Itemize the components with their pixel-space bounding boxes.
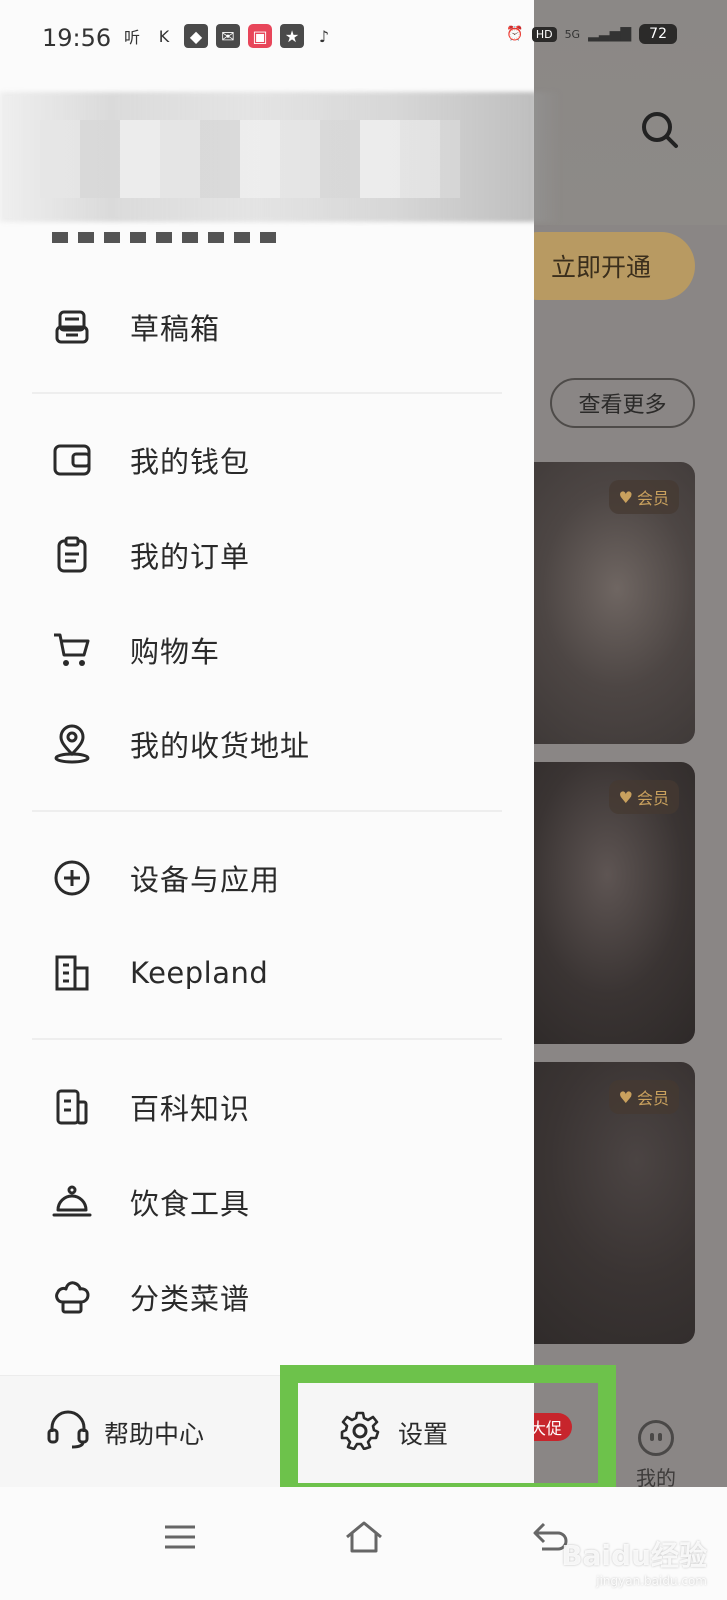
- tab-my[interactable]: 我的: [620, 1420, 692, 1491]
- menu-item-orders[interactable]: 我的订单: [0, 515, 534, 595]
- menu-label: 分类菜谱: [130, 1282, 251, 1316]
- baidu-watermark: Baidu经验 jingyan.baidu.com: [561, 1534, 707, 1588]
- menu-item-encyclopedia[interactable]: 百科知识: [0, 1067, 534, 1147]
- building-icon: [52, 953, 92, 993]
- menu-item-wallet[interactable]: 我的钱包: [0, 420, 534, 500]
- menu-label: 草稿箱: [130, 312, 221, 346]
- encyclopedia-icon: [52, 1087, 92, 1127]
- ting-app-icon: 听: [123, 28, 140, 47]
- cart-icon: [52, 630, 92, 670]
- notification-icons: 听 K ◆ ✉ ▣ ★ ♪: [120, 24, 336, 48]
- signal-icon: ▂▃▅▇: [588, 26, 632, 42]
- menu-item-keepland[interactable]: Keepland: [0, 933, 534, 1013]
- member-badge-label: 会员: [636, 1089, 669, 1108]
- divider: [32, 392, 502, 394]
- menu-label: Keepland: [130, 956, 269, 990]
- menu-item-diet-tools[interactable]: 饮食工具: [0, 1162, 534, 1242]
- headset-icon: [46, 1410, 90, 1456]
- menu-label: 我的订单: [130, 540, 251, 574]
- side-drawer: 草稿箱 我的钱包 我的订单 购物车 我的收货地址 设备与应用 Keepland …: [0, 0, 560, 1600]
- battery-level: 72: [639, 24, 677, 44]
- member-badge-label: 会员: [636, 789, 669, 808]
- menu-item-recipes[interactable]: 分类菜谱: [0, 1257, 534, 1337]
- shield-app-icon: ◆: [184, 24, 208, 48]
- network-label: 5G: [564, 27, 581, 41]
- watermark-url: jingyan.baidu.com: [596, 1574, 707, 1588]
- menu-item-cart[interactable]: 购物车: [0, 610, 534, 690]
- watermark-brand: Baidu经验: [561, 1539, 707, 1572]
- mail-app-icon: ✉: [216, 24, 240, 48]
- cut-off-menu-item: [52, 232, 282, 246]
- member-badge: ♥ 会员: [608, 1080, 679, 1114]
- diamond-icon: ♥: [618, 487, 633, 507]
- diamond-icon: ♥: [618, 787, 633, 807]
- menu-label: 购物车: [130, 635, 221, 669]
- divider: [32, 1038, 502, 1040]
- menu-item-devices[interactable]: 设备与应用: [0, 838, 534, 918]
- star-app-icon: ★: [280, 24, 304, 48]
- status-bar: 19:56 听 K ◆ ✉ ▣ ★ ♪ ⏰ HD 5G ▂▃▅▇ 72: [0, 0, 727, 80]
- profile-face-icon: [638, 1420, 674, 1456]
- location-icon: [52, 724, 92, 764]
- profile-name-blurred: [40, 120, 460, 198]
- menu-item-address[interactable]: 我的收货地址: [0, 704, 534, 784]
- wallet-icon: [52, 440, 92, 480]
- home-nav-button[interactable]: [334, 1507, 394, 1567]
- member-badge: ♥ 会员: [608, 780, 679, 814]
- chef-hat-icon: [52, 1277, 92, 1317]
- status-time: 19:56: [42, 24, 112, 52]
- menu-item-drafts[interactable]: 草稿箱: [0, 287, 534, 367]
- settings-highlight-box: [280, 1365, 616, 1501]
- menu-nav-button[interactable]: [150, 1507, 210, 1567]
- menu-label: 我的收货地址: [130, 729, 311, 763]
- system-nav-bar: Baidu经验 jingyan.baidu.com: [0, 1487, 727, 1600]
- menu-label: 饮食工具: [130, 1187, 251, 1221]
- menu-label: 设备与应用: [130, 863, 281, 897]
- drafts-icon: [52, 307, 92, 347]
- divider: [32, 810, 502, 812]
- member-badge-label: 会员: [636, 489, 669, 508]
- tiktok-icon: ♪: [318, 26, 330, 46]
- order-icon: [52, 535, 92, 575]
- system-indicators: ⏰ HD 5G ▂▃▅▇ 72: [506, 24, 677, 44]
- member-badge: ♥ 会员: [608, 480, 679, 514]
- video-app-icon: ▣: [248, 24, 272, 48]
- k-app-icon: K: [158, 26, 170, 46]
- alarm-icon: ⏰: [506, 26, 524, 42]
- help-center-label: 帮助中心: [104, 1420, 205, 1449]
- dining-icon: [52, 1182, 92, 1222]
- menu-label: 百科知识: [130, 1092, 251, 1126]
- hd-icon: HD: [531, 26, 557, 42]
- menu-label: 我的钱包: [130, 445, 251, 479]
- diamond-icon: ♥: [618, 1087, 633, 1107]
- help-center-button[interactable]: 帮助中心: [46, 1410, 204, 1456]
- plus-circle-icon: [52, 858, 92, 898]
- search-icon[interactable]: [640, 110, 680, 150]
- view-more-button[interactable]: 查看更多: [550, 378, 695, 428]
